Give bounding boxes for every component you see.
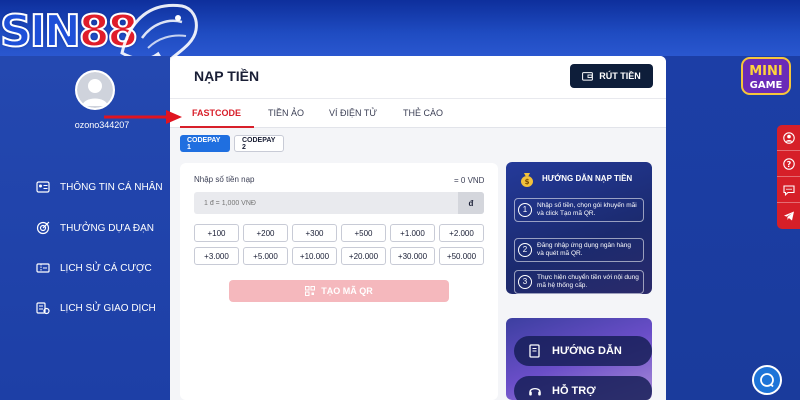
sidebar-item-bet-history[interactable]: LỊCH SỬ CÁ CƯỢC <box>36 261 152 275</box>
guide-step: 2 Đăng nhập ứng dụng ngân hàng và quét m… <box>514 238 644 263</box>
currency-unit: đ <box>458 192 484 214</box>
tab-fastcode[interactable]: FASTCODE <box>192 108 241 118</box>
sidebar-item-personal-info[interactable]: THÔNG TIN CÁ NHÂN <box>36 180 163 194</box>
sidebar-item-label: LỊCH SỬ GIAO DỊCH <box>60 302 156 314</box>
live-chat-button[interactable] <box>752 365 782 395</box>
step-number: 3 <box>518 275 532 289</box>
user-icon <box>77 72 113 108</box>
step-text: Đăng nhập ứng dụng ngân hàng và quét mã … <box>537 242 631 258</box>
bullseye-icon <box>36 221 50 235</box>
question-icon: ? <box>782 157 795 170</box>
amount-input[interactable] <box>194 192 484 214</box>
money-bag-icon: $ <box>521 173 533 187</box>
tab-scratch-card[interactable]: THẺ CÀO <box>403 108 443 118</box>
mini-game-badge[interactable]: MINI GAME <box>740 54 792 98</box>
account-tool-button[interactable] <box>777 125 800 151</box>
tab-crypto[interactable]: TIỀN ẢO <box>268 108 304 118</box>
card-header: NẠP TIỀN RÚT TIỀN <box>170 56 666 98</box>
guide-button-label: HƯỚNG DẪN <box>552 345 622 357</box>
step-number: 1 <box>518 203 532 217</box>
quick-amount-chip[interactable]: +1.000 <box>390 224 435 242</box>
qr-code-icon <box>305 286 316 296</box>
sidebar-item-transaction-history[interactable]: LỊCH SỬ GIAO DỊCH <box>36 301 156 315</box>
telegram-tool-button[interactable] <box>777 203 800 229</box>
guide-step: 1 Nhập số tiền, chọn gói khuyến mãi và c… <box>514 198 644 223</box>
create-qr-label: TẠO MÃ QR <box>321 286 373 296</box>
telegram-icon <box>783 211 794 221</box>
deposit-form: Nhập số tiền nạp = 0 VND đ +100 +200 +30… <box>180 163 498 400</box>
support-panel: HƯỚNG DẪN HỖ TRỢ <box>506 318 652 400</box>
deposit-tabs: FASTCODE TIỀN ẢO VÍ ĐIỆN TỬ THẺ CÀO <box>170 98 666 128</box>
quick-amount-chip[interactable]: +30.000 <box>390 247 435 265</box>
mini-game-line2: GAME <box>750 80 783 91</box>
withdraw-label: RÚT TIỀN <box>599 71 641 81</box>
quick-amount-chip[interactable]: +3.000 <box>194 247 239 265</box>
headset-icon <box>529 387 541 396</box>
quick-amount-chip[interactable]: +500 <box>341 224 386 242</box>
active-tab-indicator <box>180 126 254 128</box>
help-tool-button[interactable]: ? <box>777 151 800 177</box>
subtab-codepay-2[interactable]: CODEPAY 2 <box>234 135 284 152</box>
deposit-card: NẠP TIỀN RÚT TIỀN FASTCODE TIỀN ẢO VÍ ĐI… <box>170 56 666 400</box>
quick-amount-chip[interactable]: +20.000 <box>341 247 386 265</box>
subtab-codepay-1[interactable]: CODEPAY 1 <box>180 135 230 152</box>
chat-icon <box>782 184 795 196</box>
quick-amount-chip[interactable]: +200 <box>243 224 288 242</box>
sidebar-item-rewards[interactable]: THƯỞNG DỰA ĐẠN <box>36 221 154 235</box>
floating-toolbar: ? <box>777 125 800 229</box>
quick-amount-chip[interactable]: +300 <box>292 224 337 242</box>
step-text: Nhập số tiền, chọn gói khuyến mãi và cli… <box>537 202 637 218</box>
chat-bubble-icon <box>760 373 774 388</box>
mini-game-line1: MINI <box>749 64 783 79</box>
sidebar-item-label: THƯỞNG DỰA ĐẠN <box>60 222 154 234</box>
page-title: NẠP TIỀN <box>194 68 260 84</box>
create-qr-button[interactable]: TẠO MÃ QR <box>229 280 449 302</box>
quick-amount-chip[interactable]: +10.000 <box>292 247 337 265</box>
avatar[interactable] <box>75 70 115 110</box>
svg-text:$: $ <box>525 178 530 186</box>
withdraw-button[interactable]: RÚT TIỀN <box>570 64 653 88</box>
wallet-icon <box>582 72 594 81</box>
user-circle-icon <box>782 131 795 144</box>
sidebar-item-label: THÔNG TIN CÁ NHÂN <box>60 181 163 193</box>
ticket-icon <box>36 261 50 275</box>
step-number: 2 <box>518 243 532 257</box>
quick-amount-chip[interactable]: +100 <box>194 224 239 242</box>
mini-game-icon: MINI GAME <box>741 57 791 95</box>
help-button-label: HỖ TRỢ <box>552 385 596 397</box>
sidebar-item-label: LỊCH SỬ CÁ CƯỢC <box>60 262 152 274</box>
help-button[interactable]: HỖ TRỢ <box>514 376 652 400</box>
site-logo[interactable]: SIN88 <box>0 3 200 67</box>
quick-amount-chip[interactable]: +2.000 <box>439 224 484 242</box>
amount-label: Nhập số tiền nạp <box>194 175 255 184</box>
arrow-right-icon <box>104 110 182 124</box>
guide-title: HƯỚNG DẪN NẠP TIỀN <box>542 174 633 183</box>
guide-step: 3 Thực hiện chuyển tiền với nội dung mã … <box>514 270 644 294</box>
book-icon <box>529 344 540 358</box>
step-text: Thực hiện chuyển tiền với nội dung mã hệ… <box>537 274 639 290</box>
id-card-icon <box>36 180 50 194</box>
quick-amount-chip[interactable]: +50.000 <box>439 247 484 265</box>
deposit-guide-panel: $ HƯỚNG DẪN NẠP TIỀN 1 Nhập số tiền, chọ… <box>506 162 652 294</box>
chat-tool-button[interactable] <box>777 177 800 203</box>
transaction-icon <box>36 301 50 315</box>
tab-e-wallet[interactable]: VÍ ĐIỆN TỬ <box>329 108 377 118</box>
svg-text:?: ? <box>786 159 791 168</box>
guide-button[interactable]: HƯỚNG DẪN <box>514 336 652 366</box>
quick-amount-chip[interactable]: +5.000 <box>243 247 288 265</box>
amount-converted: = 0 VND <box>454 176 485 185</box>
